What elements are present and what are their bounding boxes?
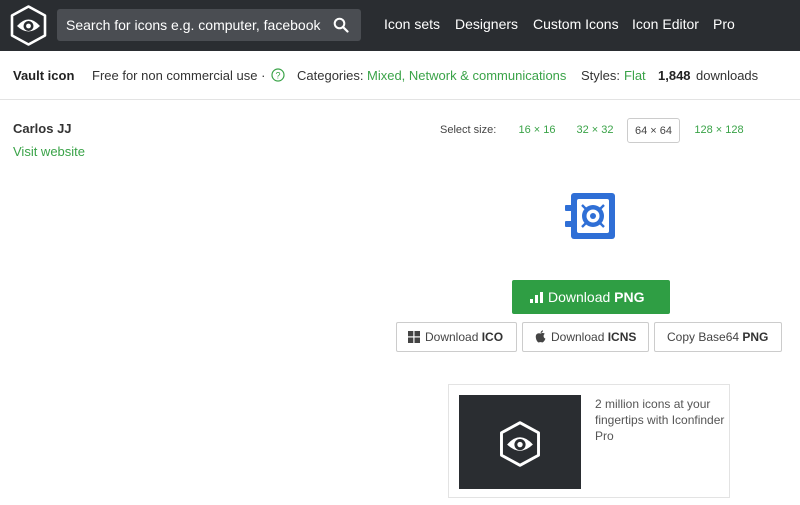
styles-label: Styles:: [581, 68, 621, 83]
author-name: Carlos JJ: [13, 121, 72, 136]
nav-designers[interactable]: Designers: [455, 0, 518, 51]
download-ico-format: ICO: [481, 330, 504, 344]
size-option-128[interactable]: 128 × 128: [688, 118, 750, 143]
iconfinder-logo-icon[interactable]: [9, 5, 48, 46]
windows-icon: [408, 331, 420, 343]
downloads-label: downloads: [696, 68, 759, 83]
download-png-prefix: Download: [548, 289, 611, 305]
iconfinder-logo-icon: [500, 421, 540, 467]
copy-base64-format: PNG: [742, 330, 769, 344]
search-icon[interactable]: [333, 17, 349, 33]
download-ico-button[interactable]: Download ICO: [396, 322, 517, 352]
categories-label: Categories:: [297, 68, 364, 83]
downloads-count: 1,848: [658, 68, 691, 83]
size-option-16[interactable]: 16 × 16: [512, 118, 562, 143]
copy-base64-button[interactable]: Copy Base64 PNG: [654, 322, 782, 352]
size-option-32[interactable]: 32 × 32: [570, 118, 620, 143]
svg-text:?: ?: [275, 70, 280, 80]
help-icon[interactable]: ?: [271, 68, 285, 82]
license-text: Free for non commercial use ·: [92, 68, 266, 83]
icon-title: Vault icon: [13, 68, 75, 83]
download-icns-button[interactable]: Download ICNS: [522, 322, 649, 352]
download-icns-format: ICNS: [607, 330, 637, 344]
apple-icon: [535, 330, 546, 343]
bar-chart-icon: [530, 292, 543, 303]
top-nav-bar: Icon sets Designers Custom Icons Icon Ed…: [0, 0, 800, 51]
search-input[interactable]: [57, 9, 325, 41]
vault-icon: [565, 193, 615, 239]
search-box: [57, 9, 361, 41]
nav-pro[interactable]: Pro: [713, 0, 735, 51]
nav-custom-icons[interactable]: Custom Icons: [533, 0, 619, 51]
download-png-button[interactable]: Download PNG: [512, 280, 670, 314]
icon-info-bar: Vault icon Free for non commercial use ·…: [0, 51, 800, 100]
styles-link[interactable]: Flat: [624, 51, 646, 100]
select-size-label: Select size:: [440, 124, 497, 136]
download-ico-prefix: Download: [425, 330, 479, 344]
copy-base64-prefix: Copy Base64: [667, 330, 740, 344]
size-option-64[interactable]: 64 × 64: [627, 118, 680, 143]
visit-website-link[interactable]: Visit website: [13, 144, 85, 159]
promo-text: 2 million icons at your fingertips with …: [595, 397, 725, 443]
download-icns-prefix: Download: [551, 330, 605, 344]
pro-promo-card[interactable]: 2 million icons at your fingertips with …: [448, 384, 730, 498]
promo-image: [459, 395, 581, 489]
categories-link[interactable]: Mixed, Network & communications: [367, 51, 566, 100]
nav-icon-editor[interactable]: Icon Editor: [632, 0, 699, 51]
nav-icon-sets[interactable]: Icon sets: [384, 0, 440, 51]
download-png-format: PNG: [614, 289, 645, 305]
